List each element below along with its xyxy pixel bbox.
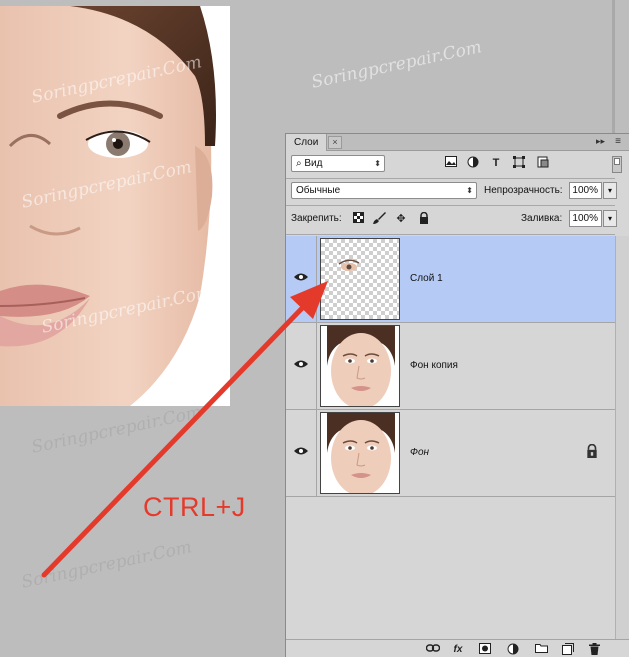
search-icon: ⌕	[296, 158, 302, 169]
mask-icon[interactable]	[478, 643, 492, 656]
panel-menu-icon[interactable]: ≡	[615, 136, 621, 147]
eye-icon[interactable]	[294, 446, 308, 456]
layer-row[interactable]: Фон копия	[286, 323, 615, 410]
divider	[286, 205, 615, 206]
brush-icon[interactable]	[372, 212, 386, 226]
divider	[316, 236, 317, 323]
watermark: Soringpcrepair.Com	[19, 537, 194, 593]
lock-all-icon[interactable]	[417, 211, 431, 226]
trash-icon[interactable]	[587, 643, 601, 656]
photo-face	[0, 6, 230, 406]
layer-row[interactable]: Слой 1	[286, 236, 615, 323]
divider	[316, 410, 317, 497]
opacity-input[interactable]: 100%	[569, 182, 602, 199]
link-icon[interactable]	[425, 643, 441, 656]
blend-mode-label: Обычные	[296, 185, 341, 196]
face-thumbnail	[321, 413, 399, 493]
layer-row[interactable]: Фон	[286, 410, 615, 497]
opacity-dropdown-arrow[interactable]: ▾	[603, 182, 617, 199]
adjustment-filter-icon[interactable]	[466, 156, 480, 170]
filter-row: ⌕ Вид ⬍ T	[286, 155, 629, 175]
image-filter-icon[interactable]	[444, 156, 458, 170]
panel-tabbar: Слои × ▸▸ ≡	[286, 134, 629, 151]
filter-kind-dropdown[interactable]: ⌕ Вид ⬍	[291, 155, 385, 172]
layer-name[interactable]: Фон копия	[410, 360, 458, 371]
new-layer-icon[interactable]	[561, 643, 575, 656]
layers-panel: Слои × ▸▸ ≡ ⌕ Вид ⬍ T Обычные ⬍ Непрозра…	[285, 133, 629, 657]
face-thumbnail	[321, 326, 399, 406]
tab-close-button[interactable]: ×	[328, 136, 342, 149]
watermark: Soringpcrepair.Com	[309, 37, 484, 93]
move-icon[interactable]: ✥	[394, 212, 408, 226]
fill-input[interactable]: 100%	[569, 210, 602, 227]
blend-row: Обычные ⬍ Непрозрачность: 100% ▾	[286, 182, 629, 202]
filter-kind-label: Вид	[304, 158, 323, 169]
shape-filter-icon[interactable]	[512, 156, 526, 170]
lock-row: Закрепить: ✥ Заливка: 100% ▾	[286, 210, 629, 230]
lock-label: Закрепить:	[291, 213, 342, 224]
eye-icon[interactable]	[294, 272, 308, 282]
lock-transparent-icon[interactable]	[351, 212, 365, 226]
layer-thumbnail[interactable]	[320, 325, 400, 407]
layer-name[interactable]: Фон	[410, 447, 429, 458]
panel-bottom-toolbar: fx	[286, 639, 629, 657]
layer-thumbnail[interactable]	[320, 412, 400, 494]
layer-name[interactable]: Слой 1	[410, 273, 443, 284]
panel-expand-icon[interactable]: ▸▸	[596, 136, 605, 147]
text-filter-icon[interactable]: T	[489, 156, 503, 170]
updown-arrow-icon: ⬍	[466, 186, 473, 195]
layer-thumbnail[interactable]	[320, 238, 400, 320]
adjustment-icon[interactable]	[506, 643, 520, 656]
updown-arrow-icon: ⬍	[374, 159, 381, 168]
divider	[316, 323, 317, 410]
fill-label: Заливка:	[521, 213, 563, 224]
blend-mode-dropdown[interactable]: Обычные ⬍	[291, 182, 477, 199]
divider	[286, 234, 615, 235]
face-image	[0, 6, 230, 406]
tab-layers[interactable]: Слои	[286, 134, 328, 151]
folder-icon[interactable]	[534, 643, 548, 656]
fx-icon[interactable]: fx	[451, 643, 465, 656]
fill-dropdown-arrow[interactable]: ▾	[603, 210, 617, 227]
lock-icon	[587, 444, 597, 458]
filter-toggle-switch[interactable]	[612, 156, 622, 173]
watermark: Soringpcrepair.Com	[29, 402, 204, 458]
layers-scrollbar[interactable]	[615, 236, 629, 639]
opacity-label: Непрозрачность:	[484, 185, 563, 196]
divider	[286, 178, 615, 179]
eye-icon[interactable]	[294, 359, 308, 369]
shortcut-annotation: CTRL+J	[143, 492, 246, 522]
eye-patch-thumbnail	[338, 259, 360, 271]
smart-object-filter-icon[interactable]	[536, 156, 550, 170]
